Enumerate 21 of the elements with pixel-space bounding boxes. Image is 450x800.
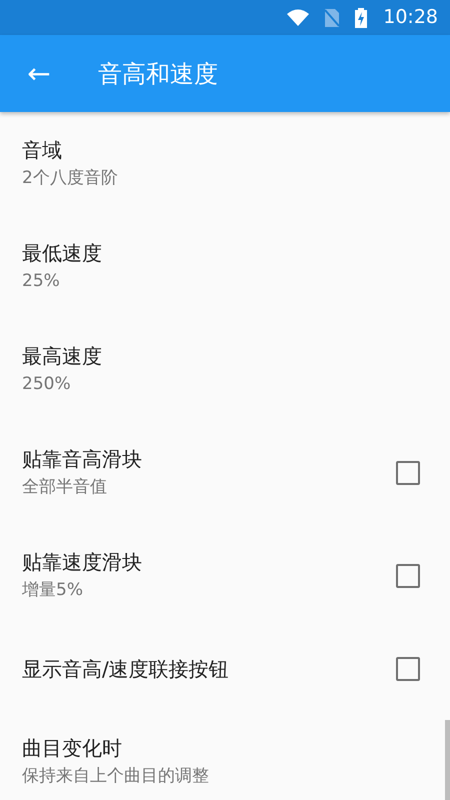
checkbox[interactable] — [396, 564, 420, 588]
preference-summary: 250% — [22, 373, 72, 396]
checkbox[interactable] — [396, 460, 420, 484]
preference-title[interactable]: 音域 — [22, 137, 420, 164]
preference-summary: 保持来自上个曲目的调整 — [22, 765, 210, 788]
battery-charging-icon — [355, 8, 368, 28]
screen-title: 音高和速度 — [98, 58, 218, 90]
no-sim-icon — [325, 8, 340, 26]
preference-title[interactable]: 贴靠速度滑块 — [22, 549, 396, 576]
preference-title[interactable]: 曲目变化时 — [22, 735, 420, 762]
preference-title[interactable]: 贴靠音高滑块 — [22, 446, 396, 472]
preference-summary: 25% — [22, 270, 61, 293]
preference-summary: 全部半音值 — [22, 476, 108, 499]
preference-title[interactable]: 显示音高/速度联接按钮 — [22, 656, 396, 682]
preference-summary: 增量5% — [22, 579, 84, 602]
preference-summary: 2个八度音阶 — [22, 167, 119, 190]
preference-title[interactable]: 最低速度 — [22, 240, 420, 266]
checkbox[interactable] — [396, 656, 420, 680]
clock-time: 10:28 — [383, 5, 438, 30]
wifi-icon — [287, 9, 310, 26]
preference-title[interactable]: 最高速度 — [22, 343, 420, 370]
